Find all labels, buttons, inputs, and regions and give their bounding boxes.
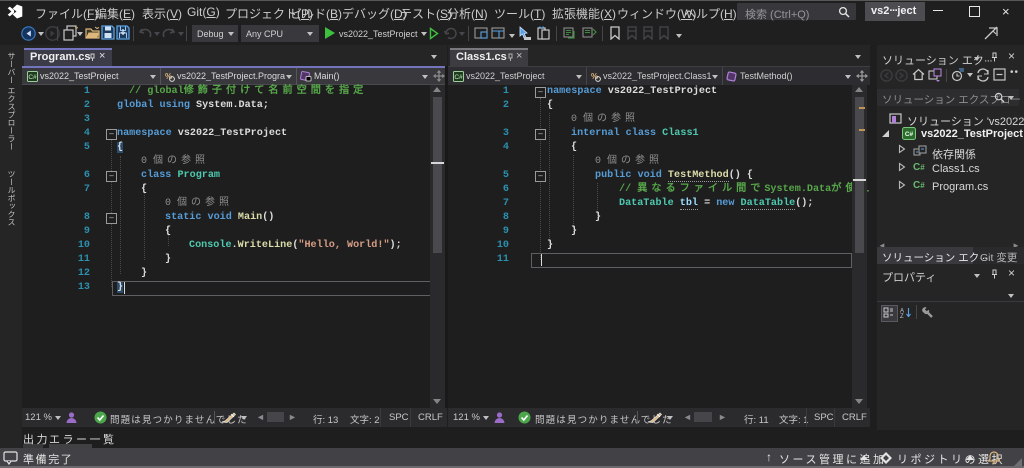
svg-text:C#: C# xyxy=(454,74,463,81)
svg-text:Z: Z xyxy=(900,314,904,318)
svg-text:C#: C# xyxy=(905,131,914,138)
svg-text:C#: C# xyxy=(28,74,37,81)
